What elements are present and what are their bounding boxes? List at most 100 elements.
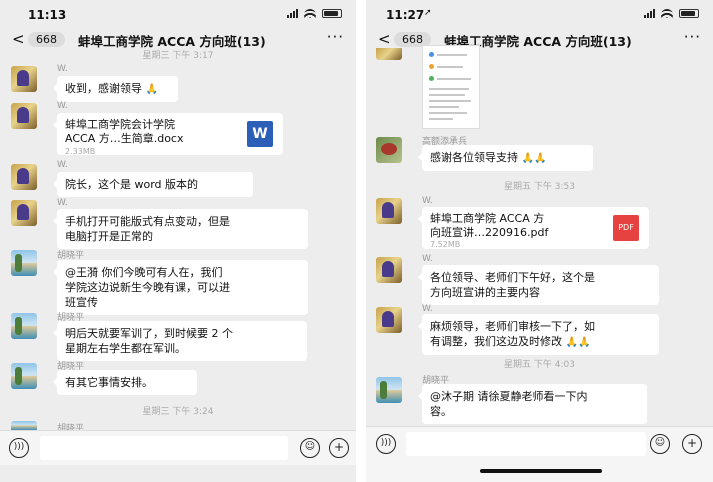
- thumbnail-icon: [429, 52, 434, 57]
- message-line: 方向班宣讲的主要内容: [430, 286, 540, 299]
- message-bubble[interactable]: 麻烦领导，老师们审核一下了，如 有调整，我们这边及时修改 🙏🙏: [418, 314, 659, 355]
- message-bubble[interactable]: @王漪 你们今晚可有人在，我们 学院这边说新生今晚有课，可以进 班宣传: [53, 260, 308, 315]
- message-line: 学院这边说新生今晚有课，可以进: [65, 281, 230, 294]
- avatar[interactable]: [11, 103, 37, 129]
- home-indicator[interactable]: [480, 469, 602, 473]
- wifi-icon: [661, 9, 673, 18]
- praying-hands-icon: 🙏🙏: [565, 337, 591, 348]
- unread-badge[interactable]: 668: [28, 32, 65, 47]
- message-bubble[interactable]: 明后天就要军训了，到时候要 2 个 星期左右学生都在军训。: [53, 321, 307, 361]
- file-message[interactable]: 蚌埠工商学院会计学院 ACCA 方…生简章.docx 2.33MB W: [53, 113, 283, 156]
- avatar[interactable]: [11, 164, 37, 190]
- back-icon[interactable]: <: [12, 30, 25, 48]
- message-line: 各位领导、老师们下午好，这个是: [430, 271, 595, 284]
- file-size: 7.52MB: [430, 240, 461, 249]
- battery-icon: [322, 9, 342, 18]
- file-size: 2.33MB: [65, 147, 96, 156]
- avatar[interactable]: [376, 48, 402, 60]
- avatar[interactable]: [376, 198, 402, 224]
- back-icon[interactable]: <: [378, 30, 391, 48]
- chat-screen-left: 11:13 < 668 蚌埠工商学院 ACCA 方向班(13) ··· 星期三 …: [0, 0, 356, 482]
- thumbnail-icon: [429, 64, 434, 69]
- message-bubble[interactable]: 院长，这个是 word 版本的: [53, 172, 253, 197]
- sender-name: W.: [57, 101, 68, 111]
- pdf-file-icon: PDF: [613, 215, 639, 241]
- file-name-line1: 蚌埠工商学院会计学院: [65, 118, 175, 131]
- status-icons: [287, 9, 342, 18]
- avatar[interactable]: [376, 257, 402, 283]
- chat-header: < 668 蚌埠工商学院 ACCA 方向班(13) ···: [366, 26, 713, 52]
- message-bubble[interactable]: 收到，感谢领导 🙏: [53, 76, 178, 102]
- message-line: @沐子期 请徐夏静老师看一下内: [430, 390, 588, 403]
- timestamp: 星期五 下午 3:53: [504, 182, 575, 192]
- chat-screen-right: 11:27 ➚ < 668 蚌埠工商学院 ACCA 方向班(13) ··· 高额…: [366, 0, 713, 482]
- message-line: 有调整，我们这边及时修改 🙏🙏: [430, 335, 591, 348]
- status-icons: [644, 9, 699, 18]
- location-arrow-icon: ➚: [424, 8, 432, 18]
- message-text: 有其它事情安排。: [65, 376, 153, 389]
- image-message[interactable]: [422, 45, 480, 129]
- file-name-line1: 蚌埠工商学院 ACCA 方: [430, 212, 545, 225]
- plus-icon[interactable]: +: [682, 434, 702, 454]
- timestamp: 星期三 下午 3:17: [142, 51, 214, 61]
- avatar[interactable]: [376, 377, 402, 403]
- voice-icon[interactable]: ))): [9, 438, 29, 458]
- emoji-icon[interactable]: ☺: [650, 434, 670, 454]
- status-bar: 11:13: [0, 0, 356, 26]
- signal-icon: [644, 9, 655, 18]
- voice-icon[interactable]: ))): [376, 434, 396, 454]
- plus-icon[interactable]: +: [329, 438, 349, 458]
- thumbnail-icon: [429, 76, 434, 81]
- avatar[interactable]: [376, 137, 402, 163]
- praying-hands-icon: 🙏🙏: [521, 153, 547, 164]
- word-file-icon: W: [247, 121, 273, 147]
- file-message[interactable]: 蚌埠工商学院 ACCA 方 向班宣讲…220916.pdf 7.52MB PDF: [418, 207, 649, 249]
- sender-name: W.: [57, 64, 68, 74]
- timestamp: 星期三 下午 3:24: [142, 407, 214, 417]
- avatar[interactable]: [11, 250, 37, 276]
- sender-name: W.: [422, 304, 433, 314]
- sender-name: W.: [57, 198, 68, 208]
- battery-icon: [679, 9, 699, 18]
- sender-name: W.: [57, 160, 68, 170]
- signal-icon: [287, 9, 298, 18]
- message-input[interactable]: [406, 432, 646, 456]
- message-bubble[interactable]: 手机打开可能版式有点变动，但是 电脑打开是正常的: [53, 209, 308, 249]
- avatar[interactable]: [11, 363, 37, 389]
- more-icon[interactable]: ···: [327, 28, 344, 46]
- message-line: 麻烦领导，老师们审核一下了，如: [430, 320, 595, 333]
- status-time: 11:13: [28, 8, 67, 22]
- file-name-line2: 向班宣讲…220916.pdf: [430, 226, 549, 239]
- message-line: 班宣传: [65, 296, 98, 309]
- timestamp: 星期五 下午 4:03: [504, 360, 575, 370]
- avatar[interactable]: [11, 66, 37, 92]
- sender-name: W.: [422, 254, 433, 264]
- input-bar: ))) ☺ +: [0, 430, 356, 465]
- message-text: 院长，这个是 word 版本的: [65, 178, 199, 191]
- avatar[interactable]: [376, 307, 402, 333]
- message-line: 明后天就要军训了，到时候要 2 个: [65, 327, 233, 340]
- message-line: 电脑打开是正常的: [65, 230, 153, 243]
- input-bar: ))) ☺ +: [366, 426, 713, 482]
- sender-name: W.: [422, 196, 433, 206]
- message-line: 手机打开可能版式有点变动，但是: [65, 215, 230, 228]
- message-bubble[interactable]: 各位领导、老师们下午好，这个是 方向班宣讲的主要内容: [418, 265, 659, 305]
- status-bar: 11:27 ➚: [366, 0, 713, 26]
- message-input[interactable]: [40, 436, 288, 460]
- avatar[interactable]: [11, 421, 37, 430]
- avatar[interactable]: [11, 200, 37, 226]
- more-icon[interactable]: ···: [684, 28, 701, 46]
- praying-hands-icon: 🙏: [145, 84, 158, 95]
- file-name-line2: ACCA 方…生简章.docx: [65, 132, 184, 145]
- message-line: 容。: [430, 405, 452, 418]
- emoji-icon[interactable]: ☺: [300, 438, 320, 458]
- wifi-icon: [304, 9, 316, 18]
- message-bubble[interactable]: 有其它事情安排。: [53, 370, 197, 395]
- avatar[interactable]: [11, 313, 37, 339]
- message-text: 收到，感谢领导: [65, 82, 142, 95]
- status-time: 11:27: [386, 8, 425, 22]
- message-line: @王漪 你们今晚可有人在，我们: [65, 266, 223, 279]
- message-line: 星期左右学生都在军训。: [65, 342, 186, 355]
- message-bubble[interactable]: 感谢各位领导支持 🙏🙏: [418, 145, 593, 171]
- message-bubble[interactable]: @沐子期 请徐夏静老师看一下内 容。: [418, 384, 647, 424]
